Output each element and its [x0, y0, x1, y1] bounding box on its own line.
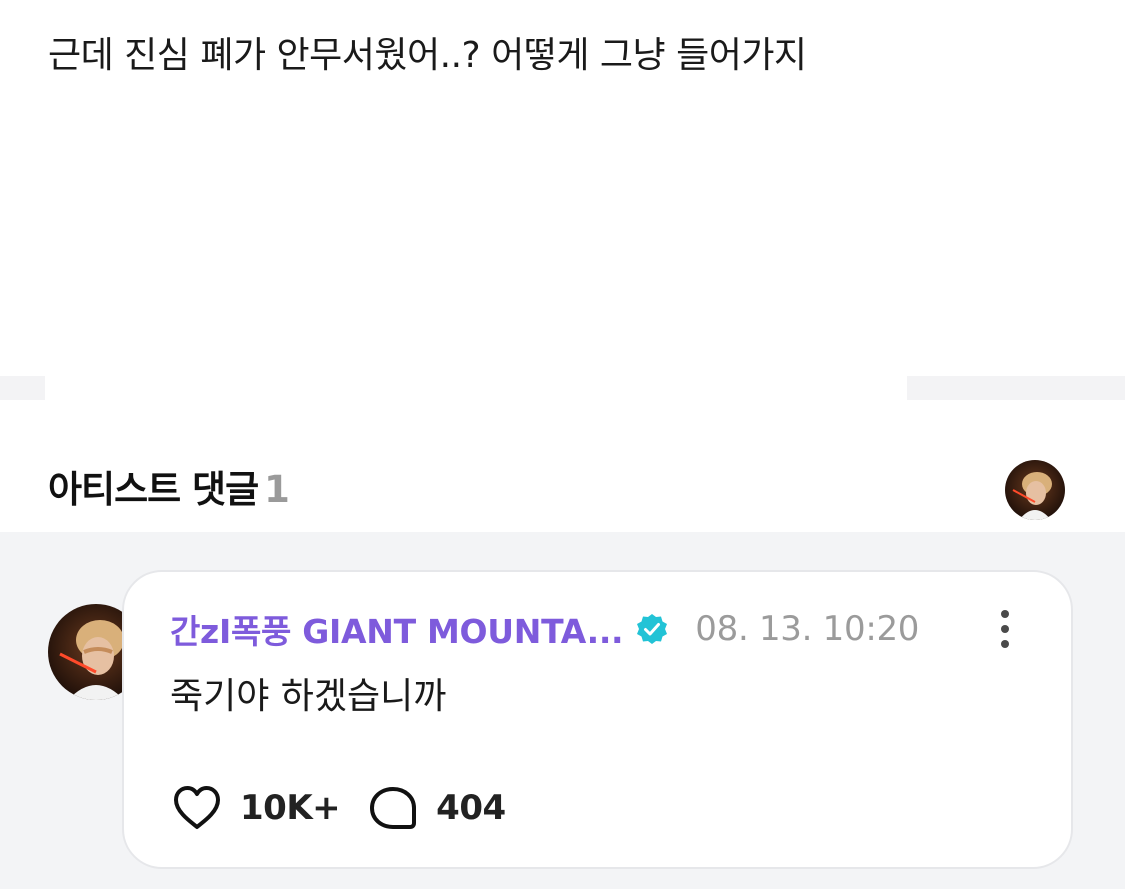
post-body: 근데 진심 폐가 안무서웠어..? 어떻게 그냥 들어가지	[0, 0, 1125, 376]
divider-cover	[45, 376, 907, 400]
artist-comments-count: 1	[264, 468, 290, 511]
post-text: 근데 진심 폐가 안무서웠어..? 어떻게 그냥 들어가지	[48, 35, 807, 76]
speech-bubble-icon	[366, 783, 420, 833]
reply-count: 404	[436, 788, 506, 828]
artist-avatar[interactable]	[1005, 460, 1065, 520]
comment-author-row: 간zI폭풍 GIANT MOUNTA... 08. 13. 10:20	[170, 604, 919, 654]
artist-comments-title: 아티스트 댓글 1	[48, 464, 290, 516]
more-options-icon[interactable]	[990, 608, 1020, 650]
comment-text: 죽기야 하겠습니까	[170, 676, 447, 717]
like-count: 10K+	[240, 788, 341, 828]
heart-icon[interactable]	[170, 783, 224, 833]
comment-actions: 10K+ 404	[170, 782, 506, 834]
comment-timestamp: 08. 13. 10:20	[695, 609, 920, 649]
verified-check-icon	[635, 612, 669, 646]
artist-comments-title-label: 아티스트 댓글	[48, 468, 259, 511]
comment-author-name[interactable]: 간zI폭풍 GIANT MOUNTA...	[170, 605, 624, 653]
reply-button[interactable]: 404	[366, 783, 506, 833]
